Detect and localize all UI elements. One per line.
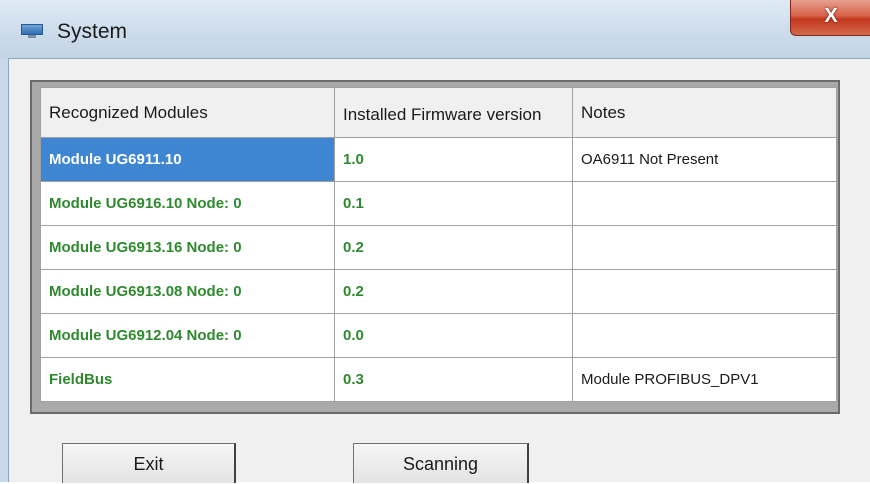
- notes-cell[interactable]: OA6911 Not Present: [572, 137, 837, 182]
- table-row[interactable]: Module UG6911.10 1.0 OA6911 Not Present: [40, 137, 837, 182]
- column-header-modules[interactable]: Recognized Modules: [40, 87, 335, 138]
- version-cell[interactable]: 0.2: [334, 225, 573, 270]
- module-cell[interactable]: Module UG6913.16 Node: 0: [40, 225, 335, 270]
- modules-table: Recognized Modules Installed Firmware ve…: [40, 87, 837, 402]
- module-cell[interactable]: Module UG6912.04 Node: 0: [40, 313, 335, 358]
- notes-cell[interactable]: [572, 181, 837, 226]
- scanning-button[interactable]: Scanning: [353, 443, 529, 483]
- window-title: System: [57, 20, 128, 43]
- module-cell[interactable]: Module UG6916.10 Node: 0: [40, 181, 335, 226]
- column-header-firmware[interactable]: Installed Firmware version: [334, 87, 573, 138]
- version-cell[interactable]: 0.1: [334, 181, 573, 226]
- module-cell[interactable]: Module UG6913.08 Node: 0: [40, 269, 335, 314]
- table-row[interactable]: FieldBus 0.3 Module PROFIBUS_DPV1: [40, 357, 837, 402]
- exit-button[interactable]: Exit: [62, 443, 236, 483]
- version-cell[interactable]: 0.0: [334, 313, 573, 358]
- notes-cell[interactable]: [572, 269, 837, 314]
- module-cell[interactable]: FieldBus: [40, 357, 335, 402]
- version-cell[interactable]: 0.3: [334, 357, 573, 402]
- system-monitor-icon: [21, 24, 43, 39]
- table-row[interactable]: Module UG6913.16 Node: 0 0.2: [40, 225, 837, 270]
- close-icon: X: [824, 5, 838, 27]
- title-bar[interactable]: System X: [0, 0, 870, 58]
- table-row[interactable]: Module UG6916.10 Node: 0 0.1: [40, 181, 837, 226]
- notes-cell[interactable]: Module PROFIBUS_DPV1: [572, 357, 837, 402]
- table-row[interactable]: Module UG6913.08 Node: 0 0.2: [40, 269, 837, 314]
- system-window: System X Recognized Modules Installed Fi…: [0, 0, 870, 483]
- module-cell[interactable]: Module UG6911.10: [40, 137, 335, 182]
- notes-cell[interactable]: [572, 313, 837, 358]
- table-row[interactable]: Module UG6912.04 Node: 0 0.0: [40, 313, 837, 358]
- version-cell[interactable]: 0.2: [334, 269, 573, 314]
- close-button[interactable]: X: [790, 0, 870, 36]
- column-header-notes[interactable]: Notes: [572, 87, 837, 138]
- table-header-row: Recognized Modules Installed Firmware ve…: [40, 87, 837, 138]
- version-cell[interactable]: 1.0: [334, 137, 573, 182]
- notes-cell[interactable]: [572, 225, 837, 270]
